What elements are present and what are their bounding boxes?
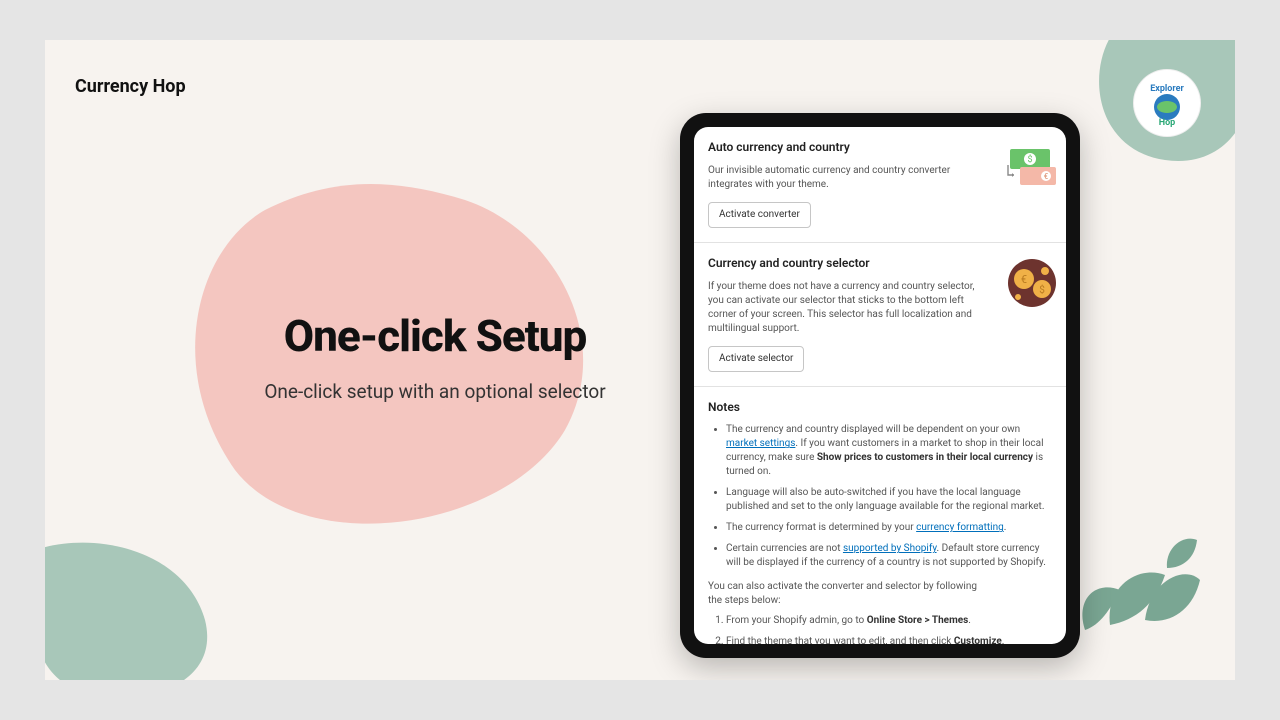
svg-text:€: € [1021,273,1027,286]
supported-by-shopify-link[interactable]: supported by Shopify [843,543,937,554]
note-item: The currency format is determined by you… [726,521,1052,535]
panel1-desc: Our invisible automatic currency and cou… [708,164,978,192]
brand-title: Currency Hop [75,76,186,97]
explorer-hop-logo: Explorer Hop [1134,70,1200,136]
panel-selector: Currency and country selector If your th… [694,243,1066,387]
leaf-cluster-icon [1065,520,1205,640]
blob-bottom-left [45,520,225,680]
svg-text:Hop: Hop [1159,118,1176,127]
panel2-desc: If your theme does not have a currency a… [708,280,978,336]
activate-converter-button[interactable]: Activate converter [708,202,811,228]
market-settings-link[interactable]: market settings [726,438,795,449]
panel2-title: Currency and country selector [708,255,1052,272]
panel-notes: Notes The currency and country displayed… [694,387,1066,644]
svg-text:$: $ [1039,283,1045,296]
notes-followup: You can also activate the converter and … [708,580,978,608]
step-item: Find the theme that you want to edit, an… [726,635,1052,644]
activate-selector-button[interactable]: Activate selector [708,346,804,372]
notes-list: The currency and country displayed will … [708,423,1052,570]
currency-formatting-link[interactable]: currency formatting [916,522,1004,533]
tablet-screen: Auto currency and country Our invisible … [694,127,1066,644]
note-item: Certain currencies are not supported by … [726,542,1052,570]
steps-list: From your Shopify admin, go to Online St… [708,614,1052,644]
svg-text:Explorer: Explorer [1150,84,1184,94]
currency-converter-icon: $ € [1006,147,1058,187]
tablet-device: Auto currency and country Our invisible … [680,113,1080,658]
panel-auto-currency: Auto currency and country Our invisible … [694,127,1066,243]
note-item: Language will also be auto-switched if y… [726,486,1052,514]
hero-subhead: One-click setup with an optional selecto… [225,380,645,403]
selector-coins-icon: € $ [1006,257,1058,309]
step-item: From your Shopify admin, go to Online St… [726,614,1052,628]
hero-area: One-click Setup One-click setup with an … [225,310,645,403]
panel1-title: Auto currency and country [708,139,1052,156]
svg-text:€: € [1044,172,1049,181]
notes-title: Notes [708,399,1052,416]
hero-headline: One-click Setup [225,310,645,362]
promo-frame: Currency Hop Explorer Hop One-click Setu… [45,40,1235,680]
note-item: The currency and country displayed will … [726,423,1052,479]
svg-text:$: $ [1027,154,1032,165]
